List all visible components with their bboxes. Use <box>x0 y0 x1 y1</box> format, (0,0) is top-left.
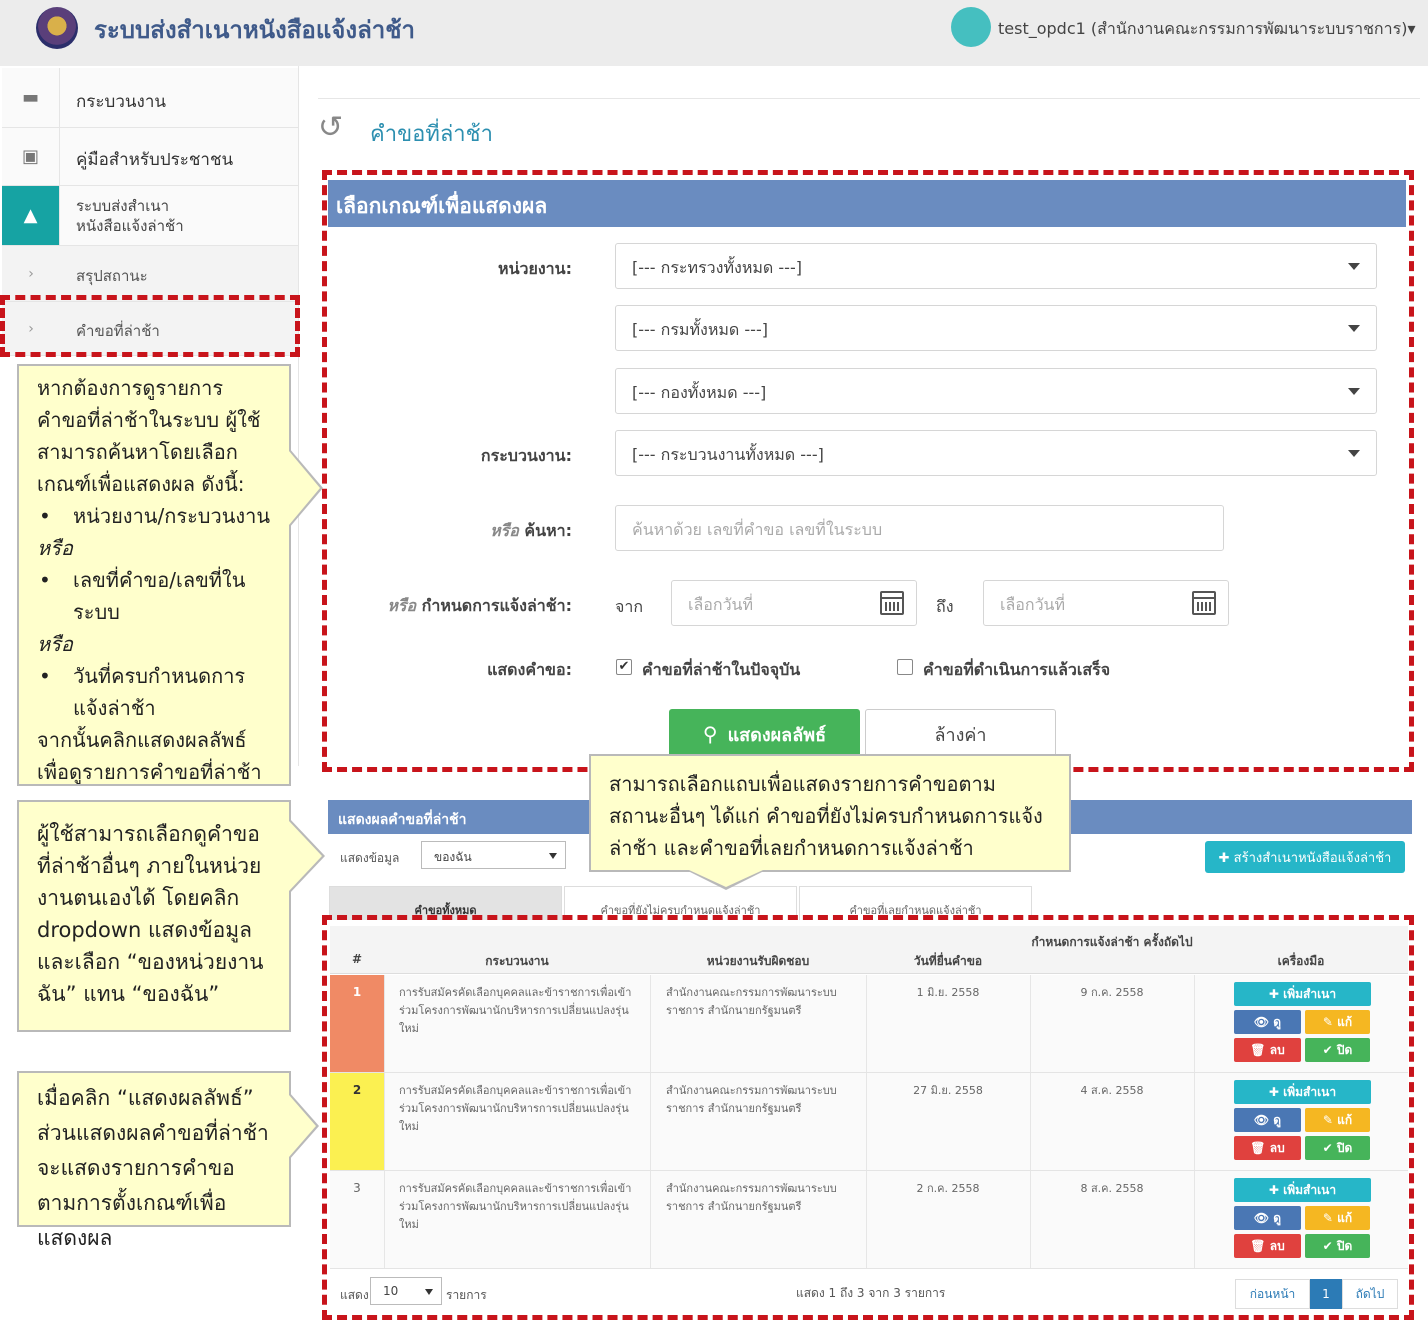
folder-icon: ▬ <box>2 68 60 127</box>
callout-text: จากนั้นคลิกแสดงผลลัพธ์เพื่อดูรายการคำขอท… <box>37 728 262 784</box>
top-bar: ระบบส่งสำเนาหนังสือแจ้งล่าช้า test_opdc1… <box>0 0 1428 66</box>
title-divider <box>318 98 1420 99</box>
callout-text: หากต้องการดูรายการคำขอที่ล่าช้าในระบบ ผู… <box>37 376 261 496</box>
show-data-value: ของฉัน <box>434 850 472 864</box>
create-copy-button[interactable]: ✚ สร้างสำเนาหนังสือแจ้งล่าช้า <box>1205 841 1405 873</box>
sidebar-item-delay-system[interactable]: ▲ ระบบส่งสำเนา หนังสือแจ้งล่าช้า <box>2 186 299 246</box>
highlight-criteria-panel <box>322 170 1414 772</box>
callout-list: เลขที่คำขอ/เลขที่ในระบบ <box>37 564 271 628</box>
callout-or: หรือ <box>37 632 73 656</box>
sidebar-item-label: ระบบส่งสำเนา หนังสือแจ้งล่าช้า <box>76 197 184 235</box>
callout-list-item: เลขที่คำขอ/เลขที่ในระบบ <box>37 564 271 628</box>
user-menu[interactable]: test_opdc1 (สำนักงานคณะกรรมการพัฒนาระบบร… <box>998 17 1415 42</box>
sidebar-item-label: สรุปสถานะ <box>76 267 148 285</box>
sidebar-border <box>298 66 299 766</box>
emblem-logo <box>36 7 78 49</box>
sidebar-item-label: คู่มือสำหรับประชาชน <box>76 150 234 170</box>
callout-dropdown-tip: ผู้ใช้สามารถเลือกดูคำขอที่ล่าช้าอื่นๆ ภา… <box>17 800 291 1032</box>
sidebar-item-process[interactable]: ▬ กระบวนงาน <box>2 68 299 128</box>
highlight-results-table <box>322 915 1414 1320</box>
callout-result-tip: เมื่อคลิก “แสดงผลลัพธ์” ส่วนแสดงผลคำขอที… <box>17 1071 291 1250</box>
chevron-right-icon: › <box>28 265 34 282</box>
highlight-menu-item <box>0 295 300 357</box>
callout-list-item: หน่วยงาน/กระบวนงาน <box>37 500 271 532</box>
show-data-select[interactable]: ของฉัน <box>421 841 566 869</box>
user-avatar[interactable] <box>951 7 991 47</box>
history-icon: ↺ <box>318 110 344 145</box>
callout-pointer <box>289 1095 316 1157</box>
app-title: ระบบส่งสำเนาหนังสือแจ้งล่าช้า <box>94 16 416 44</box>
callout-list: วันที่ครบกำหนดการแจ้งล่าช้า <box>37 660 271 724</box>
callout-text: สามารถเลือกแถบเพื่อแสดงรายการคำขอตามสถาน… <box>609 772 1043 860</box>
archive-icon: ▣ <box>2 128 60 185</box>
callout-list-item: วันที่ครบกำหนดการแจ้งล่าช้า <box>37 660 271 724</box>
callout-tab-tip: สามารถเลือกแถบเพื่อแสดงรายการคำขอตามสถาน… <box>589 754 1071 872</box>
page-title: คำขอที่ล่าช้า <box>370 122 493 147</box>
callout-pointer <box>289 821 322 891</box>
sidebar-item-label: กระบวนงาน <box>76 92 166 112</box>
sidebar-item-status[interactable]: › สรุปสถานะ <box>2 246 299 302</box>
show-data-label: แสดงข้อมูล <box>340 851 400 865</box>
callout-pointer <box>289 451 320 525</box>
callout-search-instructions: หากต้องการดูรายการคำขอที่ล่าช้าในระบบ ผู… <box>17 364 291 786</box>
sidebar-item-manual[interactable]: ▣ คู่มือสำหรับประชาชน <box>2 128 299 186</box>
callout-pointer <box>689 870 763 887</box>
callout-list: หน่วยงาน/กระบวนงาน <box>37 500 271 532</box>
callout-or: หรือ <box>37 536 73 560</box>
callout-text: ผู้ใช้สามารถเลือกดูคำขอที่ล่าช้าอื่นๆ ภา… <box>37 822 264 1006</box>
warning-icon: ▲ <box>2 186 60 245</box>
callout-text: เมื่อคลิก “แสดงผลลัพธ์” ส่วนแสดงผลคำขอที… <box>37 1086 269 1250</box>
caret-down-icon <box>549 853 557 859</box>
